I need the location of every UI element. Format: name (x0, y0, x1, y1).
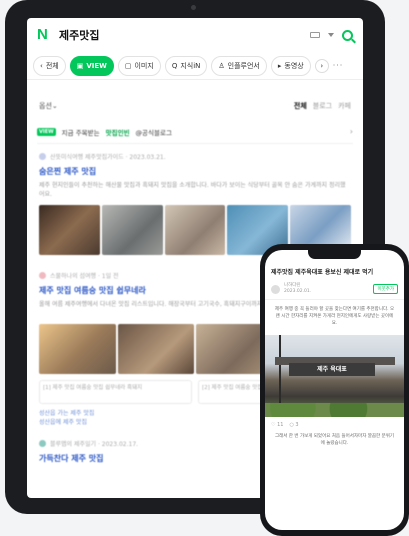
naver-logo-icon[interactable]: N (37, 27, 51, 42)
thumbnail-image[interactable] (39, 324, 116, 374)
tab-kin[interactable]: Q 지식iN (164, 55, 208, 76)
post-title[interactable]: 숨은찐 제주 맛집 (39, 166, 351, 177)
thumbnail-image[interactable] (101, 205, 163, 255)
tab-influencer[interactable]: ♙ 인플루언서 (211, 55, 267, 76)
more-icon[interactable]: ··· (333, 61, 344, 70)
tab-image[interactable]: ▢ 이미지 (117, 55, 161, 76)
chevron-left-icon: ‹ (40, 61, 43, 70)
comment-button[interactable]: ○ 3 (289, 422, 298, 428)
like-button[interactable]: ♡ 11 (271, 422, 283, 428)
sort-all[interactable]: 전체 (294, 101, 307, 111)
post-snippet: 제주 현지인들이 추천하는 해산물 맛집과 흑돼지 맛집을 소개합니다. 바다가… (39, 182, 346, 198)
thumbnail-image[interactable] (164, 205, 226, 255)
post-author[interactable]: 산뜻미식여행 제주맛집가이드 · 2023.03.21. (39, 152, 351, 161)
q-icon: Q (171, 61, 178, 70)
search-icon[interactable] (342, 29, 353, 41)
dropdown-icon[interactable] (328, 33, 334, 37)
trees-graphic (265, 403, 404, 417)
blog-title: 제주맛집 제주육대표 용보신 제대로 먹기 (271, 269, 374, 276)
blog-actions: ♡ 11 ○ 3 (265, 419, 404, 431)
image-icon: ▢ (124, 61, 132, 70)
search-query[interactable]: 제주맛집 (59, 27, 99, 43)
chevron-down-icon: ⌄ (51, 102, 58, 110)
blog-body: 그래서 한 번 가보게 되었어요 처음 들어서자마자 깔끔한 분위기에 놀랐습니… (274, 434, 395, 446)
keyboard-icon[interactable] (310, 32, 320, 38)
tab-all[interactable]: ‹ 전체 (33, 55, 66, 76)
view-badge: VIEW (37, 127, 56, 136)
sort-row: 옵션 ⌄ 전체 블로그 카페 (27, 92, 363, 120)
recommend-row[interactable]: VIEW 지금 주목받는 맛집인빈 @공식블로그 › (37, 120, 353, 144)
phone-device: 제주맛집 제주육대표 용보신 제대로 먹기 나하다린 2023.02.01. 이… (260, 244, 409, 536)
phone-notch (308, 250, 361, 259)
chevron-right-icon[interactable]: › (314, 58, 329, 73)
avatar[interactable] (271, 284, 280, 294)
tablet-camera (191, 5, 196, 10)
avatar (39, 272, 46, 279)
sort-cafe[interactable]: 카페 (338, 101, 351, 111)
post-item: 산뜻미식여행 제주맛집가이드 · 2023.03.21. 숨은찐 제주 맛집 제… (27, 144, 363, 255)
blog-body: 제주 여행 중 꼭 들러야 할 곳을 찾는다면 여기를 추천합니다. 오랜 시간… (274, 307, 395, 326)
thumbnail-image[interactable] (117, 324, 194, 374)
phone-screen: 제주맛집 제주육대표 용보신 제대로 먹기 나하다린 2023.02.01. 이… (265, 250, 404, 530)
avatar (39, 153, 46, 160)
thumbnail-image[interactable] (39, 205, 100, 255)
blog-author-row: 나하다린 2023.02.01. 이웃추가 (265, 277, 404, 300)
view-icon: ▣ (76, 61, 84, 70)
tab-bar: ‹ 전체 ▣ VIEW ▢ 이미지 Q 지식iN ♙ 인플루언서 ▸ 동영상 ›… (27, 52, 363, 80)
reference-box[interactable]: [1] 제주 맛집 여름숭 맛집 쉽무네라 흑돼지 (39, 380, 192, 404)
avatar (39, 440, 46, 447)
play-icon: ▸ (277, 61, 282, 70)
tab-video[interactable]: ▸ 동영상 (270, 55, 311, 76)
blog-date: 2023.02.01. (284, 289, 312, 294)
option-dropdown[interactable]: 옵션 (39, 101, 52, 111)
follow-button[interactable]: 이웃추가 (373, 284, 398, 294)
search-header: N 제주맛집 (27, 18, 363, 52)
tab-view[interactable]: ▣ VIEW (69, 55, 114, 76)
chevron-right-icon: › (349, 127, 353, 136)
restaurant-photo[interactable]: 제주 육대표 (265, 335, 404, 417)
person-icon: ♙ (218, 61, 225, 70)
sort-blog[interactable]: 블로그 (313, 101, 332, 111)
restaurant-sign: 제주 육대표 (289, 363, 375, 376)
